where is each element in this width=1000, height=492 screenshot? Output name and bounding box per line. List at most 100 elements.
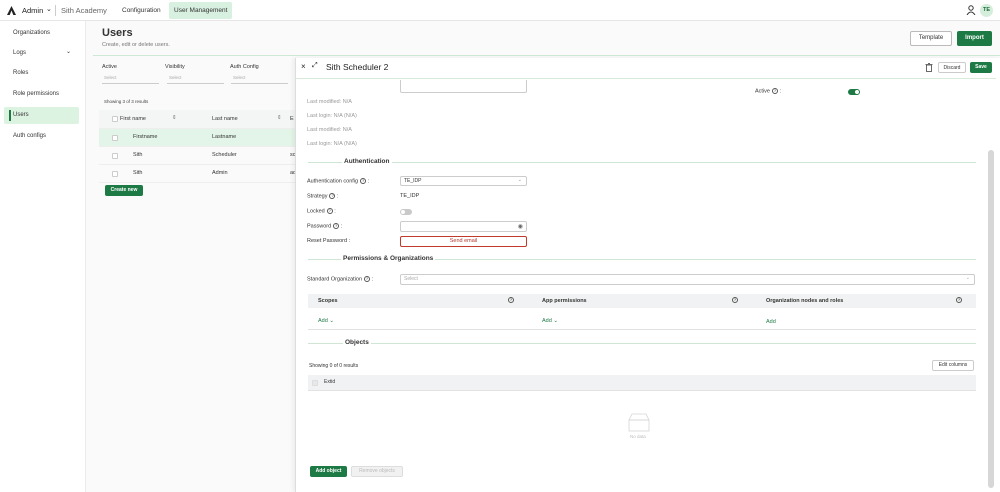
help-icon[interactable]: ? [732,297,738,303]
expand-icon[interactable]: ⤢ [312,62,318,70]
locked-toggle[interactable] [400,209,412,215]
add-object-button[interactable]: Add object [310,466,347,477]
standard-org-select[interactable]: Select ⌄ [400,274,975,285]
sidebar-item-role-permissions[interactable]: Role permissions [4,86,79,103]
meta-last-login: Last login: N/A (N/A) [307,113,357,119]
password-label: Password? : [307,223,343,230]
col-email[interactable]: E [290,116,294,122]
sidebar-item-users[interactable]: Users [4,107,79,124]
filter-active-label: Active [102,64,117,70]
sidebar-item-label: Logs [13,50,27,56]
edit-columns-button[interactable]: Edit columns [932,360,974,371]
admin-menu[interactable]: Admin [22,6,43,15]
help-icon[interactable]: ? [508,297,514,303]
user-icon[interactable] [966,5,976,15]
chevron-down-icon: ⌄ [517,177,522,183]
reset-password-label: Reset Password : [307,238,351,244]
standard-org-placeholder: Select [404,276,418,282]
panel-divider [296,78,996,79]
sort-icon[interactable]: ⇕ [172,115,177,121]
chevron-down-icon[interactable]: ⌄ [46,5,52,13]
meta-last-modified: Last modified: N/A [307,99,352,105]
auth-config-select[interactable]: TE_IDP ⌄ [400,176,527,186]
password-label-text: Password [307,223,332,230]
page-title: Users [102,27,133,39]
remove-objects-button[interactable]: Remove objects [351,466,403,477]
help-icon[interactable]: ? [360,178,367,184]
active-toggle[interactable] [848,89,860,95]
section-permissions: Permissions & Organizations [341,255,436,262]
sidebar: Organizations Logs ⌄ Roles Role permissio… [0,21,86,492]
create-new-button[interactable]: Create new [105,185,143,196]
sort-icon[interactable]: ⇕ [277,115,282,121]
section-divider [308,343,976,344]
app-logo-icon[interactable] [7,6,16,15]
filter-active-select[interactable]: Select [102,75,159,84]
sidebar-item-logs[interactable]: Logs ⌄ [4,45,79,62]
page-subtitle: Create, edit or delete users. [102,42,170,48]
table-row[interactable]: Firstname Lastname [99,129,299,147]
description-textarea[interactable] [400,80,527,93]
strategy-value: TE_IDP [400,193,420,199]
section-divider [308,162,976,163]
select-all-checkbox[interactable] [312,380,318,386]
org-name: Sith Academy [61,6,107,15]
import-button[interactable]: Import [957,31,992,46]
password-input[interactable]: ◉ [400,221,527,232]
cell-first-name: Firstname [133,134,158,140]
trash-icon[interactable] [925,63,933,72]
col-scopes: Scopes [318,298,338,304]
eye-icon[interactable]: ◉ [518,223,523,230]
table-row[interactable]: Sith Scheduler sc [99,147,299,165]
add-app-permission-button[interactable]: Add ⌄ [542,318,558,324]
locked-label: Locked? : [307,208,336,215]
active-label-text: Active [755,88,770,95]
sidebar-item-roles[interactable]: Roles [4,65,79,82]
select-all-checkbox[interactable] [112,116,118,122]
add-org-node-button[interactable]: Add [766,319,776,325]
help-icon[interactable]: ? [364,276,371,282]
template-button[interactable]: Template [910,31,952,46]
tab-user-management[interactable]: User Management [169,2,233,19]
col-first-name[interactable]: First name [120,116,146,122]
cell-last-name: Lastname [212,134,237,140]
col-extid: Extid [324,379,336,385]
sidebar-item-auth-configs[interactable]: Auth configs [4,128,79,145]
row-checkbox[interactable] [112,153,118,159]
sidebar-item-organizations[interactable]: Organizations [4,25,79,42]
help-icon[interactable]: ? [956,297,962,303]
auth-config-label: Authentication config? : [307,178,370,185]
help-icon[interactable]: ? [326,208,333,214]
meta-last-modified: Last modified: N/A [307,127,352,133]
filter-visibility-select[interactable]: Select [167,75,224,84]
row-checkbox[interactable] [112,135,118,141]
chevron-down-icon: ⌄ [965,275,970,281]
avatar[interactable]: TE [980,4,993,17]
standard-org-label: Standard Organization? : [307,276,374,283]
filter-auth-config-select[interactable]: Select [231,75,288,84]
help-icon[interactable]: ? [333,223,340,229]
meta-last-login: Last login: N/A (N/A) [307,141,357,147]
send-email-button[interactable]: Send email [400,236,527,247]
help-icon[interactable]: ? [771,88,778,94]
close-icon[interactable]: × [301,62,306,71]
row-checkbox[interactable] [112,171,118,177]
header-divider [93,55,1000,56]
table-row[interactable]: Sith Admin ad [99,165,299,183]
filter-auth-config-label: Auth Config [230,64,259,70]
save-button[interactable]: Save [970,62,992,73]
col-org-nodes-roles: Organization nodes and roles [766,298,844,304]
objects-count: Showing 0 of 0 results [309,363,359,369]
col-last-name[interactable]: Last name [212,116,238,122]
add-scope-button[interactable]: Add ⌄ [318,318,334,324]
auth-config-label-text: Authentication config [307,178,359,185]
cell-first-name: Sith [133,152,143,158]
tab-configuration[interactable]: Configuration [117,2,166,19]
panel-scrollbar[interactable] [988,150,994,488]
discard-button[interactable]: Discard [938,62,966,73]
add-scope-label: Add [318,318,328,324]
permissions-table-header: Scopes ? App permissions ? Organization … [308,294,976,308]
strategy-label-text: Strategy [307,193,328,200]
cell-last-name: Scheduler [212,152,237,158]
help-icon[interactable]: ? [329,193,336,199]
